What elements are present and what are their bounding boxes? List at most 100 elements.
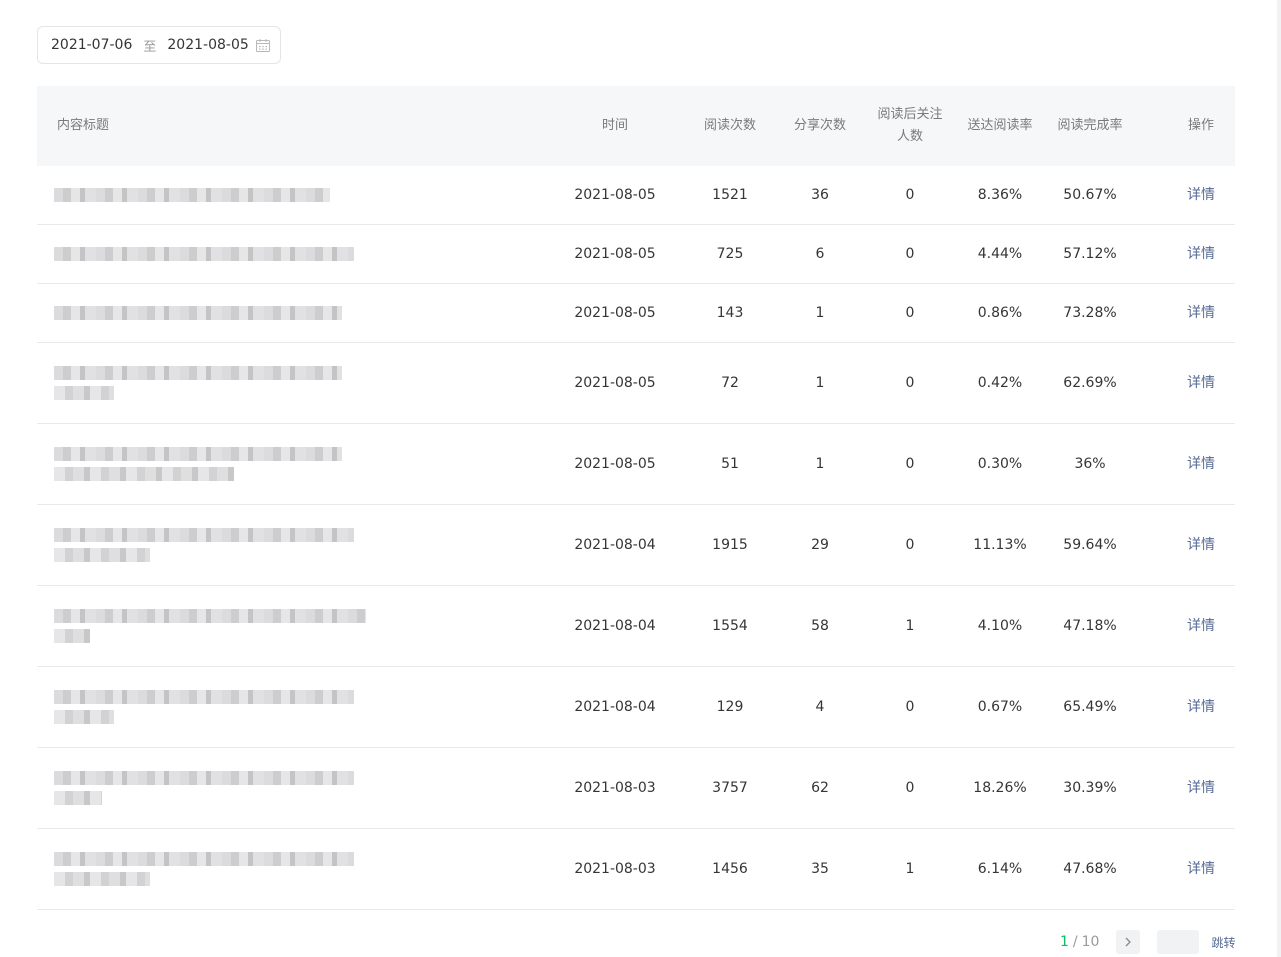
row-time: 2021-08-03	[574, 780, 656, 796]
date-range-end[interactable]: 2021-08-05	[167, 37, 248, 53]
row-time: 2021-08-05	[574, 305, 656, 321]
row-reads: 51	[721, 456, 739, 472]
redacted-title-line	[54, 528, 354, 542]
redacted-title	[54, 852, 354, 886]
redacted-title-line	[54, 791, 102, 805]
row-title-cell	[37, 343, 517, 423]
right-scroll-edge	[1277, 0, 1281, 957]
redacted-title-line	[54, 386, 114, 400]
row-follow: 0	[905, 305, 915, 321]
pagination-current: 1	[1060, 934, 1069, 950]
row-follow: 0	[905, 699, 915, 715]
date-range-picker[interactable]: 2021-07-06 至 2021-08-05	[37, 26, 281, 64]
row-follow: 0	[905, 456, 915, 472]
table-row: 2021-08-05 1521 36 0 8.36% 50.67% 详情	[37, 166, 1235, 225]
row-follow: 0	[905, 780, 915, 796]
redacted-title	[54, 188, 330, 202]
row-complete: 36%	[1074, 456, 1106, 472]
redacted-title-line	[54, 247, 354, 261]
chevron-right-icon	[1126, 937, 1132, 947]
row-detail-link[interactable]: 详情	[1171, 829, 1231, 909]
row-title-cell	[37, 166, 517, 224]
row-rate: 4.44%	[977, 246, 1023, 262]
row-detail-link[interactable]: 详情	[1171, 748, 1231, 828]
row-time: 2021-08-03	[574, 861, 656, 877]
redacted-title-line	[54, 548, 150, 562]
redacted-title-line	[54, 306, 342, 320]
calendar-icon[interactable]	[256, 39, 270, 52]
row-follow: 1	[905, 618, 915, 634]
row-time: 2021-08-04	[574, 699, 656, 715]
row-reads: 1456	[712, 861, 748, 877]
row-shares: 1	[815, 305, 825, 321]
row-rate: 11.13%	[973, 537, 1027, 553]
row-complete: 30.39%	[1063, 780, 1117, 796]
row-reads: 1554	[712, 618, 748, 634]
row-time: 2021-08-05	[574, 187, 656, 203]
row-detail-link[interactable]: 详情	[1171, 505, 1231, 585]
header-follow: 阅读后关注人数	[865, 86, 955, 166]
row-rate: 0.86%	[977, 305, 1023, 321]
redacted-title-line	[54, 629, 90, 643]
redacted-title-line	[54, 852, 354, 866]
row-shares: 29	[811, 537, 829, 553]
redacted-title-line	[54, 467, 234, 481]
row-rate: 18.26%	[973, 780, 1027, 796]
pagination-page-input[interactable]	[1157, 930, 1200, 954]
date-range-start[interactable]: 2021-07-06	[51, 37, 132, 53]
table-row: 2021-08-04 129 4 0 0.67% 65.49% 详情	[37, 667, 1235, 748]
pagination-jump-button[interactable]: 跳转	[1211, 934, 1235, 951]
header-op: 操作	[1187, 118, 1214, 133]
table-row: 2021-08-05 72 1 0 0.42% 62.69% 详情	[37, 343, 1235, 424]
row-reads: 725	[716, 246, 744, 262]
redacted-title-line	[54, 447, 342, 461]
redacted-title	[54, 609, 366, 643]
row-title-cell	[37, 829, 517, 909]
row-complete: 59.64%	[1063, 537, 1117, 553]
row-detail-link[interactable]: 详情	[1171, 424, 1231, 504]
header-follow-label: 阅读后关注人数	[877, 107, 943, 144]
row-rate: 8.36%	[977, 187, 1023, 203]
pagination-next-button[interactable]	[1116, 930, 1141, 954]
row-detail-link[interactable]: 详情	[1171, 284, 1231, 342]
row-reads: 72	[721, 375, 739, 391]
date-range-separator: 至	[143, 39, 157, 55]
header-title: 内容标题	[57, 118, 110, 133]
row-complete: 57.12%	[1063, 246, 1117, 262]
row-time: 2021-08-05	[574, 375, 656, 391]
redacted-title	[54, 247, 354, 261]
table-header: 内容标题 时间 阅读次数 分享次数 阅读后关注人数 送达阅读率 阅读完成率 操作	[37, 86, 1235, 166]
table-body: 2021-08-05 1521 36 0 8.36% 50.67% 详情 2021-08-05…	[37, 166, 1235, 910]
row-reads: 143	[716, 305, 744, 321]
redacted-title	[54, 771, 354, 805]
row-time: 2021-08-04	[574, 618, 656, 634]
row-rate: 0.30%	[977, 456, 1023, 472]
row-detail-link[interactable]: 详情	[1171, 225, 1231, 283]
row-rate: 0.42%	[977, 375, 1023, 391]
row-detail-link[interactable]: 详情	[1171, 586, 1231, 666]
row-shares: 6	[815, 246, 825, 262]
row-shares: 58	[811, 618, 829, 634]
row-shares: 1	[815, 456, 825, 472]
redacted-title-line	[54, 872, 150, 886]
redacted-title-line	[54, 771, 354, 785]
row-title-cell	[37, 284, 517, 342]
row-title-cell	[37, 748, 517, 828]
row-shares: 36	[811, 187, 829, 203]
redacted-title-line	[54, 609, 366, 623]
row-rate: 6.14%	[977, 861, 1023, 877]
pagination: 1 / 10 跳转	[1060, 929, 1235, 955]
row-reads: 129	[716, 699, 744, 715]
row-follow: 1	[905, 861, 915, 877]
redacted-title	[54, 447, 342, 481]
row-complete: 73.28%	[1063, 305, 1117, 321]
row-reads: 3757	[712, 780, 748, 796]
row-detail-link[interactable]: 详情	[1171, 166, 1231, 224]
row-time: 2021-08-04	[574, 537, 656, 553]
row-detail-link[interactable]: 详情	[1171, 667, 1231, 747]
header-rate: 送达阅读率	[967, 118, 1033, 133]
header-shares: 分享次数	[793, 118, 846, 133]
redacted-title	[54, 690, 354, 724]
row-detail-link[interactable]: 详情	[1171, 343, 1231, 423]
table-row: 2021-08-04 1554 58 1 4.10% 47.18% 详情	[37, 586, 1235, 667]
